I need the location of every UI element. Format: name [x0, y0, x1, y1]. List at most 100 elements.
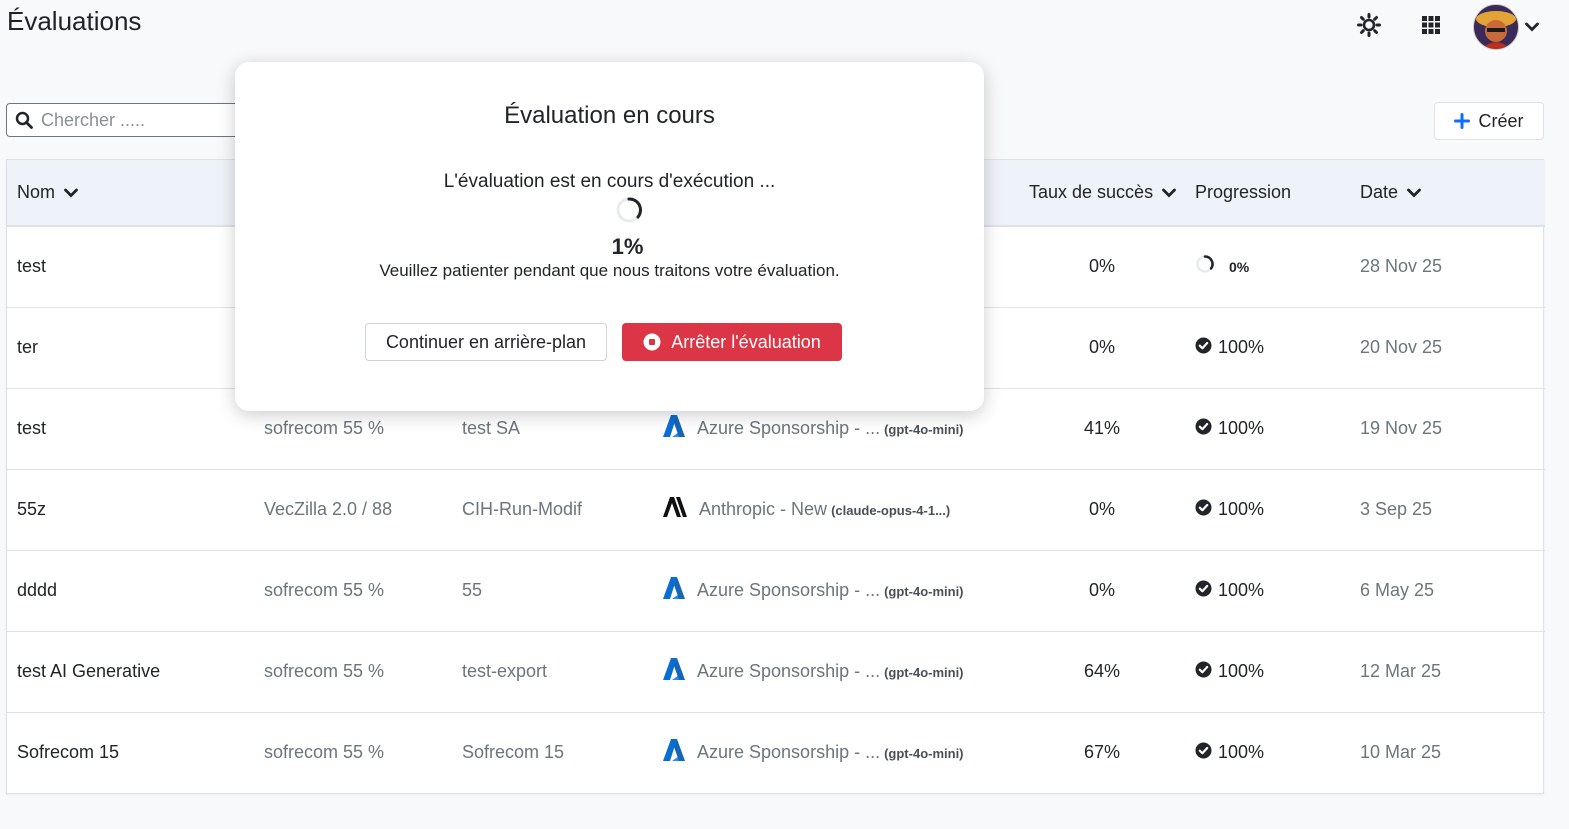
- continue-background-label: Continuer en arrière-plan: [385, 331, 587, 352]
- check-circle-icon: [1195, 742, 1212, 764]
- check-circle-icon: [1195, 580, 1212, 602]
- avatar[interactable]: [1473, 4, 1519, 50]
- eval-name[interactable]: 55z: [7, 469, 254, 550]
- eval-date: 28 Nov 25: [1360, 256, 1443, 277]
- modal-message: L'évaluation est en cours d'exécution ..…: [443, 171, 776, 192]
- azure-icon: [661, 413, 687, 444]
- eval-date: 12 Mar 25: [1360, 661, 1442, 681]
- table-row[interactable]: dddd sofrecom 55 % 55 Azure Sponsorship - .…: [7, 550, 1545, 631]
- model-name: (gpt-4o-mini): [884, 746, 964, 762]
- search-box[interactable]: [6, 103, 246, 137]
- eval-dataset: sofrecom 55 %: [264, 580, 385, 600]
- chevron-down-icon: [64, 188, 78, 198]
- success-rate: 0%: [1088, 499, 1115, 519]
- plus-icon: [1454, 113, 1471, 129]
- success-rate: 41%: [1083, 418, 1121, 438]
- eval-date: 10 Mar 25: [1360, 742, 1442, 763]
- table-row[interactable]: test AI Generative sofrecom 55 % test-expo…: [7, 631, 1545, 712]
- continue-background-button[interactable]: Continuer en arrière-plan: [365, 323, 607, 361]
- progress-value: 100%: [1218, 337, 1265, 357]
- eval-name[interactable]: ter: [7, 307, 254, 388]
- provider-name: Azure Sponsorship - ...: [697, 661, 881, 681]
- eval-config: test-export: [462, 661, 548, 681]
- check-circle-icon: [1195, 499, 1212, 521]
- check-circle-icon: [1195, 661, 1212, 683]
- progress-cell: 100%: [1192, 712, 1357, 793]
- progress-cell: 100%: [1192, 469, 1357, 550]
- stop-evaluation-button[interactable]: Arrêter l'évaluation: [622, 323, 842, 361]
- eval-model: Anthropic - New (claude-opus-4-1...): [651, 469, 1012, 550]
- create-button[interactable]: Créer: [1434, 102, 1544, 140]
- apps-button[interactable]: [1414, 8, 1448, 42]
- col-progression: Progression: [1192, 160, 1357, 227]
- col-nom[interactable]: Nom: [7, 160, 254, 227]
- table-row[interactable]: 55z VecZilla 2.0 / 88 CIH-Run-Modif Anthrop…: [7, 469, 1545, 550]
- eval-dataset: sofrecom 55 %: [264, 661, 385, 681]
- eval-name[interactable]: test AI Generative: [7, 631, 254, 712]
- chevron-down-icon: [1525, 22, 1539, 32]
- azure-icon: [661, 656, 687, 687]
- success-rate: 0%: [1088, 256, 1115, 277]
- azure-icon: [661, 575, 687, 606]
- modal-percent: 1%: [611, 234, 644, 259]
- search-icon: [15, 111, 33, 129]
- check-circle-icon: [1195, 418, 1212, 440]
- grid-icon: [1422, 16, 1440, 34]
- provider-name: Azure Sponsorship - ...: [697, 580, 881, 600]
- success-rate: 64%: [1083, 661, 1121, 681]
- model-name: (claude-opus-4-1...): [831, 503, 951, 518]
- eval-config: Sofrecom 15: [462, 742, 565, 763]
- table-row[interactable]: Sofrecom 15 sofrecom 55 % Sofrecom 15 Azure…: [7, 712, 1545, 793]
- stop-evaluation-label: Arrêter l'évaluation: [671, 331, 821, 352]
- eval-model: Azure Sponsorship - ... (gpt-4o-mini): [651, 712, 1012, 793]
- eval-name[interactable]: test: [7, 226, 254, 307]
- progress-cell: 100%: [1192, 631, 1357, 712]
- progress-value: 100%: [1218, 661, 1265, 681]
- progress-value: 0%: [1229, 258, 1250, 275]
- eval-config: CIH-Run-Modif: [462, 499, 583, 519]
- eval-name[interactable]: dddd: [7, 550, 254, 631]
- model-name: (gpt-4o-mini): [884, 665, 964, 680]
- eval-date: 19 Nov 25: [1360, 418, 1443, 438]
- search-input[interactable]: [39, 108, 223, 132]
- sun-icon: [1357, 13, 1381, 37]
- azure-icon: [661, 737, 687, 768]
- eval-date: 3 Sep 25: [1360, 499, 1433, 519]
- page-title: Évaluations: [7, 6, 142, 36]
- theme-toggle-button[interactable]: [1352, 8, 1386, 42]
- col-date[interactable]: Date: [1357, 160, 1545, 227]
- progress-cell: 100%: [1192, 307, 1357, 388]
- model-name: (gpt-4o-mini): [884, 584, 964, 599]
- anthropic-icon: [661, 496, 689, 523]
- spinner-icon: [616, 197, 643, 223]
- user-menu[interactable]: [1473, 4, 1539, 50]
- provider-name: Azure Sponsorship - ...: [697, 742, 881, 763]
- progress-cell: 0%: [1192, 226, 1357, 307]
- progress-value: 100%: [1218, 499, 1265, 519]
- eval-model: Azure Sponsorship - ... (gpt-4o-mini): [651, 550, 1012, 631]
- create-button-label: Créer: [1478, 110, 1524, 131]
- check-circle-icon: [1195, 337, 1212, 359]
- eval-model: Azure Sponsorship - ... (gpt-4o-mini): [651, 631, 1012, 712]
- modal-title: Évaluation en cours: [504, 102, 715, 129]
- eval-name[interactable]: test: [7, 388, 254, 469]
- stop-icon: [643, 333, 661, 351]
- eval-config: 55: [462, 580, 483, 600]
- chevron-down-icon: [1162, 188, 1176, 198]
- provider-name: Azure Sponsorship - ...: [697, 418, 881, 438]
- eval-dataset: sofrecom 55 %: [264, 742, 385, 763]
- progress-cell: 100%: [1192, 388, 1357, 469]
- modal-wait-text: Veuillez patienter pendant que nous trai…: [379, 261, 840, 280]
- progress-cell: 100%: [1192, 550, 1357, 631]
- eval-date: 20 Nov 25: [1360, 337, 1443, 357]
- evaluation-modal: Évaluation en cours L'évaluation est en …: [235, 62, 984, 411]
- model-name: (gpt-4o-mini): [884, 422, 964, 437]
- progress-value: 100%: [1218, 580, 1265, 600]
- col-success[interactable]: Taux de succès: [1012, 160, 1192, 227]
- success-rate: 0%: [1088, 580, 1115, 600]
- eval-name[interactable]: Sofrecom 15: [7, 712, 254, 793]
- progress-value: 100%: [1218, 418, 1265, 438]
- success-rate: 67%: [1083, 742, 1121, 763]
- eval-dataset: VecZilla 2.0 / 88: [264, 499, 393, 519]
- success-rate: 0%: [1088, 337, 1115, 357]
